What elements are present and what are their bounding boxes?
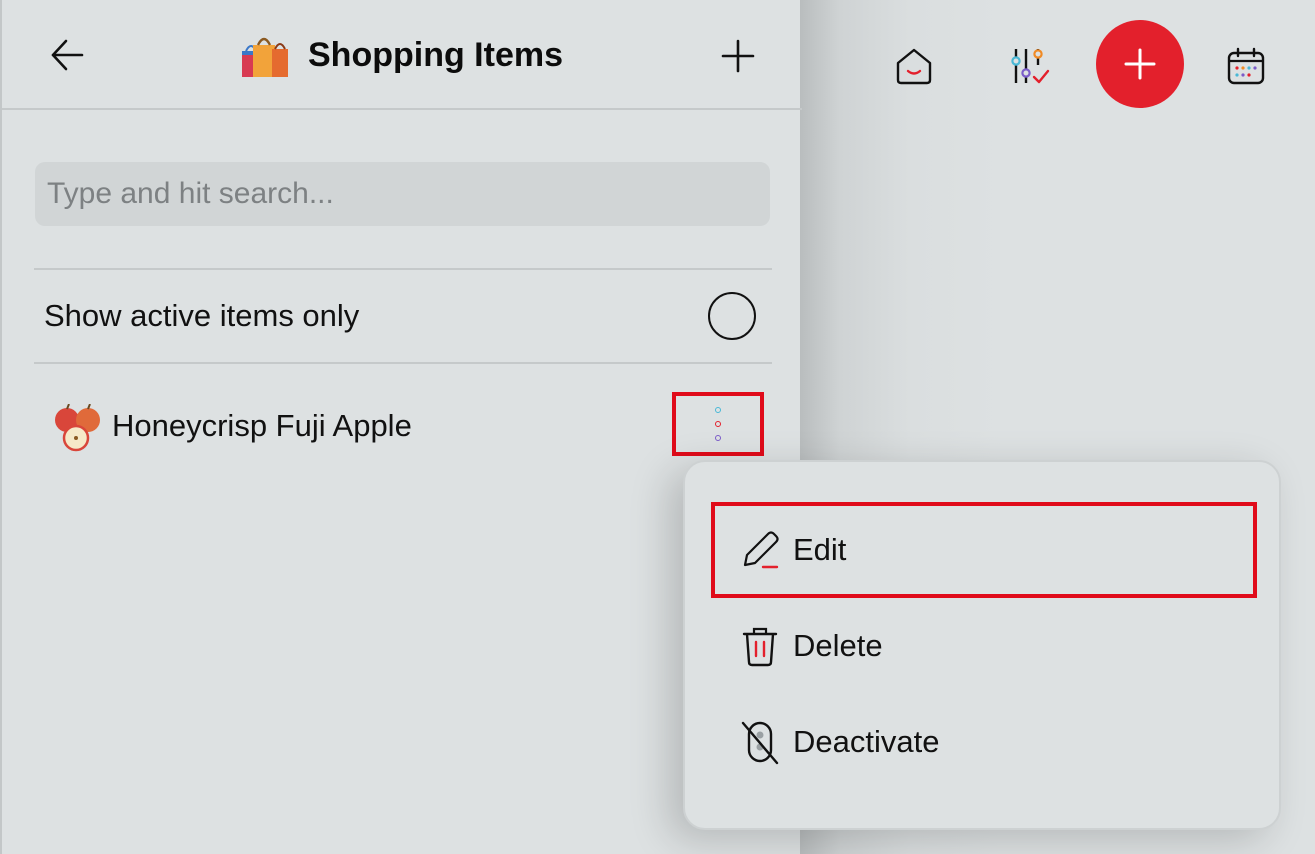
sliders-check-icon <box>1011 49 1050 84</box>
menu-item-delete[interactable]: Delete <box>711 598 1257 694</box>
home-icon <box>896 48 932 85</box>
dot-icon <box>715 435 721 441</box>
plus-icon <box>721 39 755 73</box>
shopping-bags-emoji <box>238 28 292 82</box>
menu-item-label: Deactivate <box>793 724 940 759</box>
item-context-menu: Edit Delete Deactivate <box>683 460 1281 830</box>
dot-icon <box>715 421 721 427</box>
item-more-menu-button[interactable] <box>672 392 764 456</box>
active-filter-label: Show active items only <box>44 298 360 333</box>
active-filter-radio[interactable] <box>708 292 756 340</box>
apples-emoji <box>52 403 104 452</box>
back-button[interactable] <box>42 30 92 80</box>
shopping-items-panel: Shopping Items Show active items only <box>0 0 802 854</box>
pencil-icon <box>737 527 783 573</box>
item-name: Honeycrisp Fuji Apple <box>112 408 412 443</box>
arrow-left-icon <box>51 39 84 71</box>
trash-icon <box>737 623 783 669</box>
menu-item-label: Delete <box>793 628 883 663</box>
menu-item-deactivate[interactable]: Deactivate <box>711 694 1257 790</box>
dot-icon <box>715 407 721 413</box>
page-title: Shopping Items <box>308 35 563 74</box>
add-fab-button[interactable] <box>1096 20 1184 108</box>
search-input[interactable] <box>35 162 770 226</box>
filter-button[interactable] <box>1005 40 1057 92</box>
list-item[interactable]: Honeycrisp Fuji Apple <box>34 364 772 488</box>
home-button[interactable] <box>888 40 940 92</box>
menu-item-edit[interactable]: Edit <box>711 502 1257 598</box>
panel-title: Shopping Items <box>238 28 563 82</box>
calendar-button[interactable] <box>1220 40 1272 92</box>
active-filter-row[interactable]: Show active items only <box>34 270 772 362</box>
panel-header: Shopping Items <box>2 0 802 110</box>
add-item-button[interactable] <box>712 30 764 82</box>
deactivate-icon <box>737 719 783 765</box>
plus-icon <box>1124 48 1156 80</box>
calendar-icon <box>1227 47 1265 85</box>
top-toolbar <box>800 0 1315 130</box>
menu-item-label: Edit <box>793 532 847 567</box>
